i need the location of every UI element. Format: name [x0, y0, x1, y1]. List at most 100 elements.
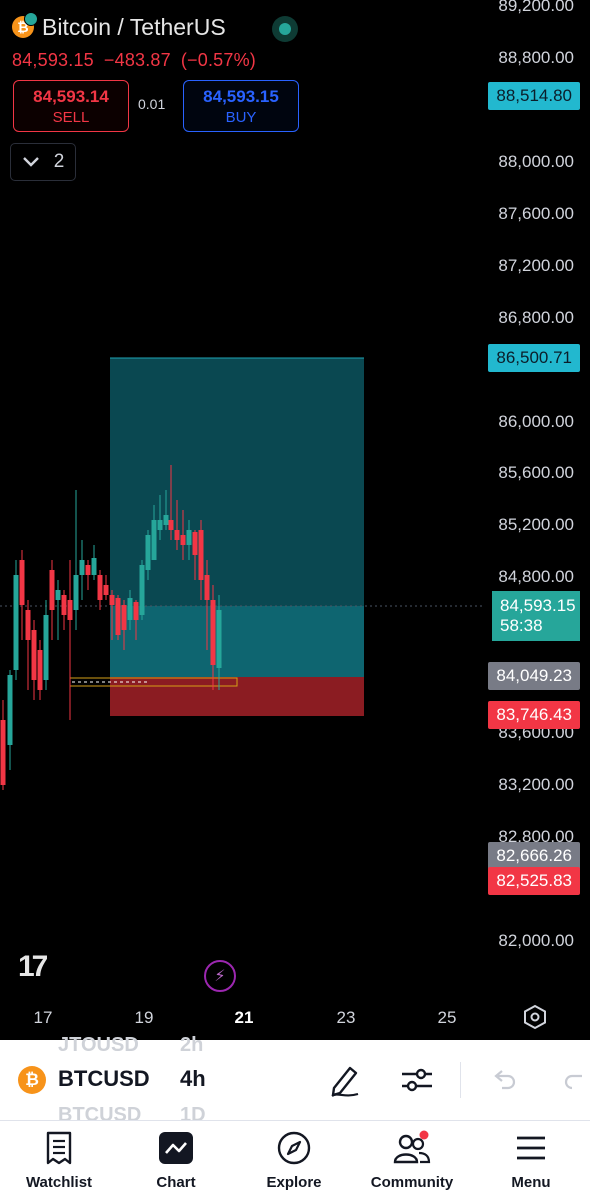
time-tick-active: 21: [234, 1008, 254, 1027]
nav-explore[interactable]: Explore: [239, 1128, 349, 1191]
candle-body: [151, 520, 157, 560]
toolbar-divider: [460, 1062, 461, 1098]
sell-price: 84,593.14: [33, 86, 109, 106]
candle-body: [13, 575, 19, 670]
candle-body: [127, 598, 133, 620]
redo-icon[interactable]: [562, 1068, 590, 1094]
candle-body: [7, 675, 13, 745]
sell-label: SELL: [52, 108, 90, 126]
candle-body: [210, 600, 216, 665]
undo-icon[interactable]: [490, 1068, 518, 1094]
price-tick: 89,200.00: [498, 0, 574, 15]
tradingview-logo[interactable]: 17: [18, 950, 48, 984]
buy-price: 84,593.15: [203, 86, 279, 106]
nav-menu[interactable]: Menu: [476, 1128, 586, 1191]
community-icon: [392, 1128, 432, 1168]
candle-body: [216, 610, 222, 668]
menu-icon: [511, 1128, 551, 1168]
candle-body: [115, 598, 121, 635]
level-badge: 82,666.26: [488, 842, 580, 870]
candle-body: [25, 610, 31, 640]
time-tick: 19: [134, 1008, 154, 1027]
time-tick: 23: [336, 1008, 356, 1027]
lightning-icon[interactable]: ⚡: [204, 960, 236, 992]
symbol-title: Bitcoin / TetherUS: [42, 13, 226, 40]
price-tick: 85,200.00: [498, 515, 574, 534]
candle-body: [19, 560, 25, 605]
market-open-indicator[interactable]: [272, 16, 298, 42]
candle-body: [85, 565, 91, 575]
candle-body: [97, 575, 103, 600]
indicators-count: 2: [53, 151, 65, 172]
chevron-down-icon: [22, 157, 39, 167]
last-price: 84,593.15: [12, 50, 94, 70]
bitcoin-icon: ₿: [12, 12, 38, 38]
bar-countdown: 58:38: [500, 616, 543, 635]
stop-loss-badge: 83,746.43: [488, 701, 580, 729]
nav-watchlist[interactable]: Watchlist: [4, 1128, 114, 1191]
entry-price-badge: 84,049.23: [488, 662, 580, 690]
prev-timeframe-ghost: 2h: [180, 1034, 204, 1054]
candle-body: [139, 565, 145, 615]
candle-body: [163, 515, 169, 525]
price-tick: 86,000.00: [498, 412, 574, 431]
nav-label: Community: [370, 1174, 454, 1191]
compass-icon: [274, 1128, 314, 1168]
prev-symbol-ghost: JTOUSD: [58, 1034, 139, 1054]
sell-button[interactable]: 84,593.14 SELL: [13, 80, 129, 132]
tether-icon: [24, 12, 38, 26]
price-tick: 88,000.00: [498, 152, 574, 171]
nav-chart[interactable]: Chart: [121, 1128, 231, 1191]
next-timeframe-ghost: 1D: [180, 1104, 206, 1120]
indicator-settings-icon[interactable]: [400, 1064, 434, 1096]
candle-body: [121, 605, 127, 630]
candle-body: [37, 650, 43, 690]
candle-body: [168, 520, 174, 530]
candle-body: [204, 575, 210, 600]
candle-body: [192, 532, 198, 555]
price-tick: 84,800.00: [498, 567, 574, 586]
timeframe-selector[interactable]: 4h: [180, 1066, 206, 1092]
drawing-tools-icon[interactable]: [328, 1062, 362, 1098]
profit-zone-lower: [110, 606, 364, 677]
take-profit-badge: 86,500.71: [488, 344, 580, 372]
target-price-badge: 88,514.80: [488, 82, 580, 110]
current-price-badge: 84,593.15 58:38: [492, 591, 580, 641]
candle-body: [61, 595, 67, 615]
chart-settings-icon[interactable]: [522, 1004, 548, 1030]
indicators-toggle-button[interactable]: 2: [10, 143, 76, 181]
level-badge: 82,525.83: [488, 867, 580, 895]
candle-body: [198, 530, 204, 580]
buy-button[interactable]: 84,593.15 BUY: [183, 80, 299, 132]
candle-body: [109, 595, 115, 605]
candle-body: [31, 630, 37, 680]
candle-body: [73, 575, 79, 610]
price-tick: 87,600.00: [498, 204, 574, 223]
symbol-selector[interactable]: BTCUSD: [58, 1066, 150, 1092]
price-tick: 85,600.00: [498, 463, 574, 482]
candle-body: [157, 520, 163, 530]
candle-body: [0, 720, 6, 785]
nav-label: Watchlist: [25, 1174, 93, 1191]
current-price-value: 84,593.15: [500, 596, 576, 615]
price-tick: 87,200.00: [498, 256, 574, 275]
candle-body: [180, 535, 186, 545]
buy-label: BUY: [225, 108, 257, 126]
price-tick: 83,200.00: [498, 775, 574, 794]
candle-body: [145, 535, 151, 570]
candle-body: [79, 560, 85, 575]
candle-body: [91, 558, 97, 575]
candle-body: [133, 602, 139, 620]
price-tick: 86,800.00: [498, 308, 574, 327]
bitcoin-icon: ₿: [18, 1066, 46, 1094]
symbol-header[interactable]: ₿ Bitcoin / TetherUS: [12, 10, 226, 44]
price-tick: 82,000.00: [498, 931, 574, 950]
candle-body: [55, 590, 61, 600]
nav-community[interactable]: Community: [357, 1128, 467, 1191]
time-tick: 25: [437, 1008, 457, 1027]
candle-body: [174, 530, 180, 540]
price-change-percent: (−0.57%): [180, 50, 256, 70]
time-tick: 17: [33, 1008, 53, 1027]
nav-label: Chart: [156, 1174, 196, 1191]
nav-label: Menu: [511, 1174, 551, 1191]
